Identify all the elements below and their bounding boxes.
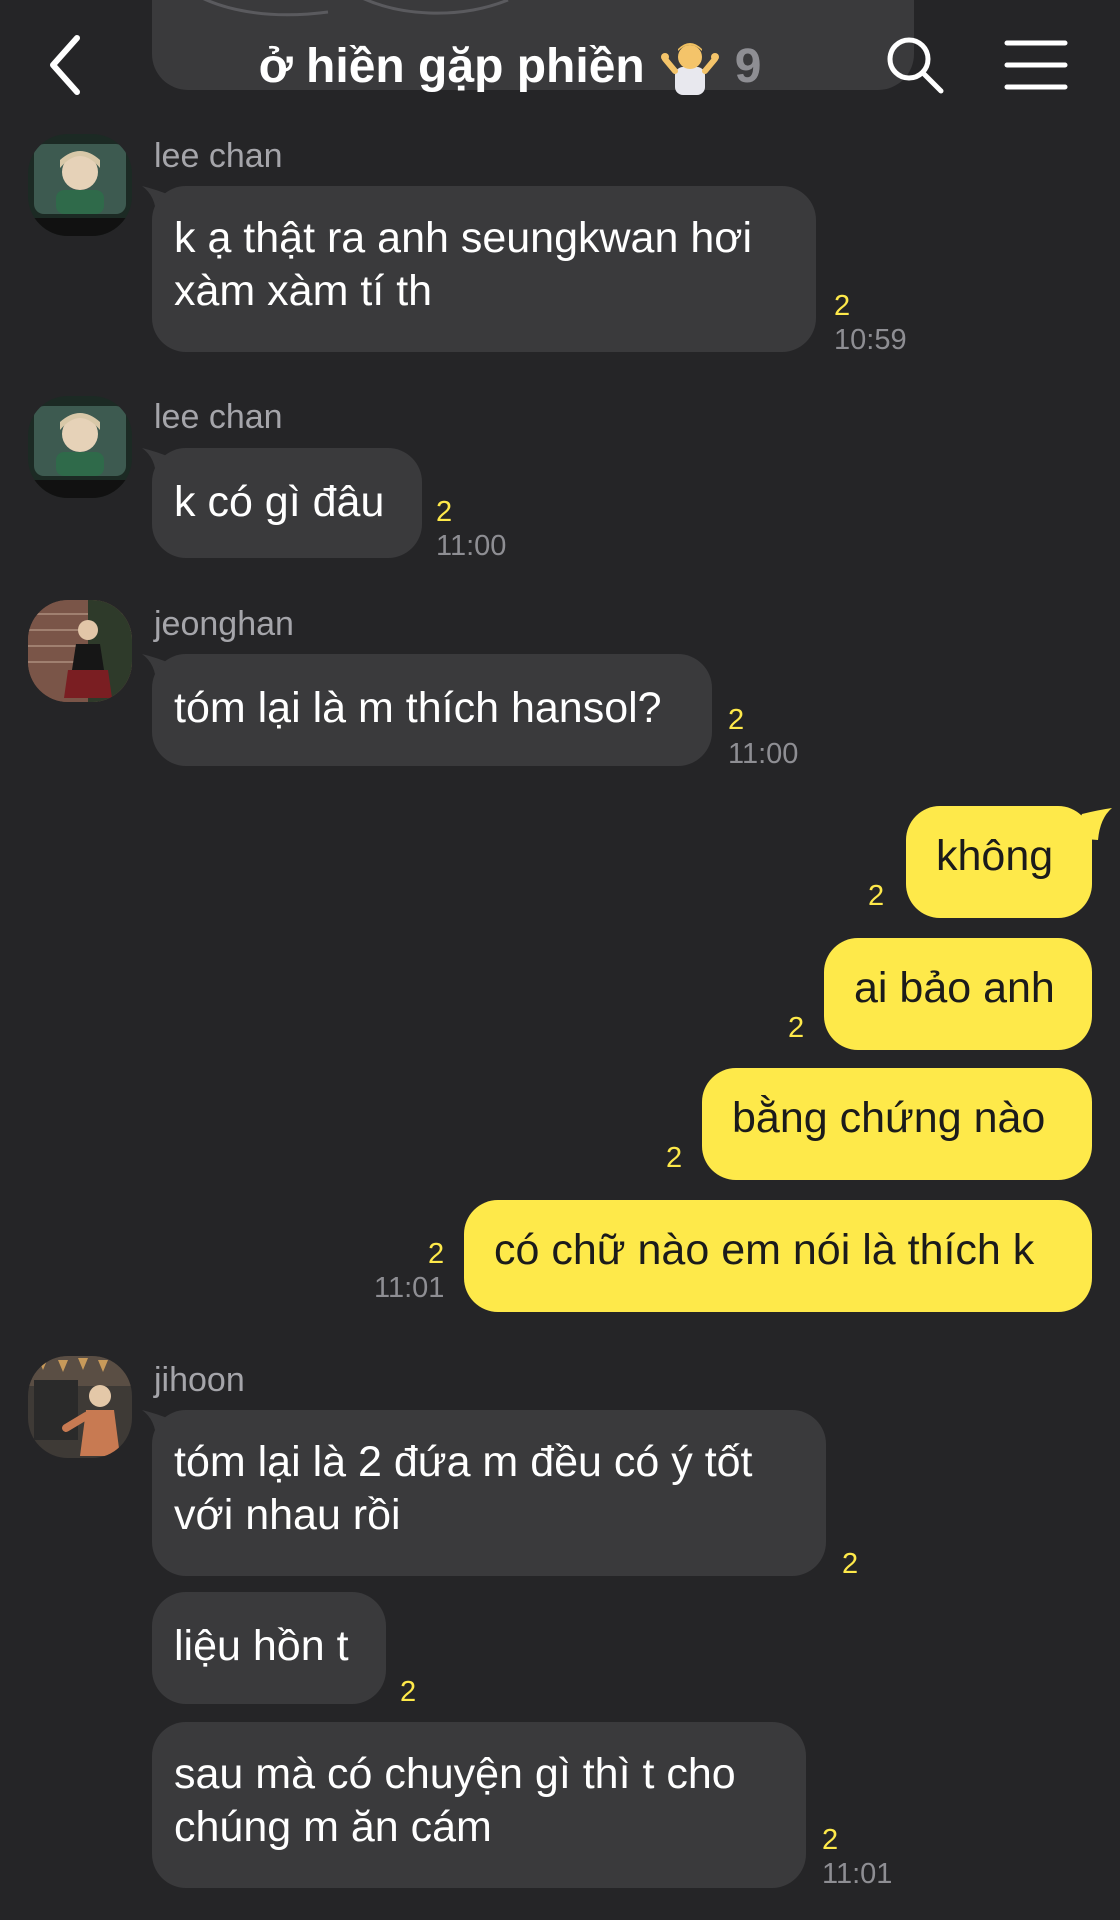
unread-count: 2 — [868, 880, 885, 912]
avatar-lee-chan[interactable] — [28, 134, 132, 236]
sender-name: lee chan — [154, 398, 283, 436]
unread-count: 2 — [436, 496, 453, 528]
hamburger-menu-icon — [1004, 40, 1068, 90]
message-time: 11:01 — [374, 1272, 445, 1304]
message-time: 11:01 — [822, 1858, 893, 1890]
unread-count: 2 — [834, 290, 851, 322]
my-message-bubble[interactable]: ai bảo anh — [824, 938, 1092, 1050]
message-bubble[interactable]: tóm lại là m thích hansol? — [152, 654, 712, 766]
message-time: 11:00 — [728, 738, 799, 770]
message-bubble[interactable]: sau mà có chuyện gì thì t cho chúng m ăn… — [152, 1722, 806, 1888]
my-message-bubble[interactable]: không — [906, 806, 1092, 918]
message-bubble[interactable]: k ạ thật ra anh seungkwan hơi xàm xàm tí… — [152, 186, 816, 352]
sender-name: jihoon — [154, 1361, 245, 1399]
unread-count: 2 — [428, 1238, 445, 1270]
chat-header: ở hiền gặp phiền 9 — [0, 0, 1120, 130]
unread-count: 2 — [666, 1142, 683, 1174]
chat-title: ở hiền gặp phiền — [258, 39, 645, 93]
avatar-jihoon[interactable] — [28, 1356, 132, 1458]
my-message-bubble[interactable]: có chữ nào em nói là thích k — [464, 1200, 1092, 1312]
search-icon — [887, 37, 944, 94]
chevron-left-icon — [50, 35, 80, 95]
message-time: 11:00 — [436, 530, 507, 562]
message-bubble[interactable]: k có gì đâu — [152, 448, 422, 558]
avatar-jeonghan[interactable] — [28, 600, 132, 702]
message-bubble[interactable]: tóm lại là 2 đứa m đều có ý tốt với nhau… — [152, 1410, 826, 1576]
my-message-bubble[interactable]: bằng chứng nào — [702, 1068, 1092, 1180]
avatar-lee-chan[interactable] — [28, 396, 132, 498]
menu-button[interactable] — [1004, 38, 1068, 92]
unread-count: 2 — [728, 704, 745, 736]
sender-name: lee chan — [154, 137, 283, 175]
unread-count: 2 — [822, 1824, 839, 1856]
member-count: 9 — [734, 39, 762, 93]
unread-count: 2 — [400, 1676, 417, 1708]
back-button[interactable] — [38, 30, 92, 100]
chat-title-area[interactable]: ở hiền gặp phiền 9 — [160, 28, 860, 104]
unread-count: 2 — [842, 1548, 859, 1580]
chat-screen: ở hiền gặp phiền 9 lee chan k ạ thật ra … — [0, 0, 1120, 1920]
message-bubble[interactable]: liệu hồn t — [152, 1592, 386, 1704]
message-time: 10:59 — [834, 324, 907, 356]
person-shrugging-emoji — [660, 43, 719, 95]
unread-count: 2 — [788, 1012, 805, 1044]
sender-name: jeonghan — [154, 605, 294, 643]
search-button[interactable] — [884, 34, 946, 96]
